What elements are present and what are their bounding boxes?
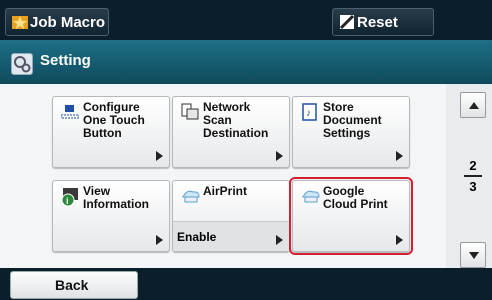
main-area: Configure One Touch Button Network Scan … bbox=[0, 84, 492, 268]
scroll-down-button[interactable] bbox=[460, 242, 486, 268]
tile-label: Configure One Touch Button bbox=[83, 100, 145, 140]
tile-label: Store Document Settings bbox=[323, 100, 382, 140]
reset-button[interactable]: Reset bbox=[332, 8, 434, 36]
reset-icon bbox=[339, 14, 355, 30]
settings-gear-icon bbox=[11, 53, 33, 75]
tile-label: AirPrint bbox=[203, 184, 248, 198]
bottom-bar: Back bbox=[0, 268, 492, 300]
current-page: 2 bbox=[469, 158, 477, 173]
settings-panel: Configure One Touch Button Network Scan … bbox=[0, 84, 446, 268]
star-icon bbox=[12, 14, 28, 30]
tile-label: View Information bbox=[83, 184, 149, 211]
tile-label: Google Cloud Print bbox=[323, 184, 388, 211]
airprint-status-value: Enable bbox=[177, 230, 217, 244]
network-scan-destination-tile[interactable]: Network Scan Destination bbox=[172, 96, 290, 168]
configure-one-touch-button-tile[interactable]: Configure One Touch Button bbox=[52, 96, 170, 168]
network-scan-icon bbox=[181, 103, 199, 121]
chevron-right-icon bbox=[156, 235, 163, 245]
triangle-down-icon bbox=[469, 252, 479, 259]
top-bar: Job Macro Reset bbox=[0, 0, 492, 40]
page-header: Setting bbox=[0, 40, 492, 84]
svg-text:i: i bbox=[66, 196, 69, 206]
tile-label: Network Scan Destination bbox=[203, 100, 269, 140]
job-macro-button[interactable]: Job Macro bbox=[5, 8, 109, 36]
info-icon: i bbox=[61, 187, 79, 207]
scroll-up-button[interactable] bbox=[460, 92, 486, 118]
page-title: Setting bbox=[40, 52, 91, 69]
view-information-tile[interactable]: i View Information bbox=[52, 180, 170, 252]
job-macro-label: Job Macro bbox=[30, 13, 106, 31]
page-divider bbox=[464, 175, 482, 177]
chevron-right-icon bbox=[276, 151, 283, 161]
chevron-right-icon bbox=[396, 151, 403, 161]
svg-text:♪: ♪ bbox=[306, 108, 311, 119]
one-touch-icon bbox=[60, 103, 80, 121]
total-pages: 3 bbox=[469, 179, 477, 194]
google-cloud-print-tile[interactable]: Google Cloud Print bbox=[289, 177, 413, 255]
chevron-right-icon bbox=[156, 151, 163, 161]
back-button[interactable]: Back bbox=[10, 271, 138, 299]
chevron-right-icon bbox=[396, 235, 403, 245]
cloud-print-icon bbox=[301, 187, 320, 205]
airprint-icon bbox=[181, 187, 200, 205]
airprint-status: Enable bbox=[173, 221, 289, 251]
store-document-settings-tile[interactable]: ♪ Store Document Settings bbox=[292, 96, 410, 168]
pager: 2 3 bbox=[454, 84, 492, 268]
airprint-tile[interactable]: AirPrint Enable bbox=[172, 180, 290, 252]
reset-label: Reset bbox=[357, 13, 398, 31]
store-document-icon: ♪ bbox=[301, 103, 319, 121]
triangle-up-icon bbox=[469, 102, 479, 109]
chevron-right-icon bbox=[276, 235, 283, 245]
page-indicator: 2 3 bbox=[464, 158, 482, 194]
